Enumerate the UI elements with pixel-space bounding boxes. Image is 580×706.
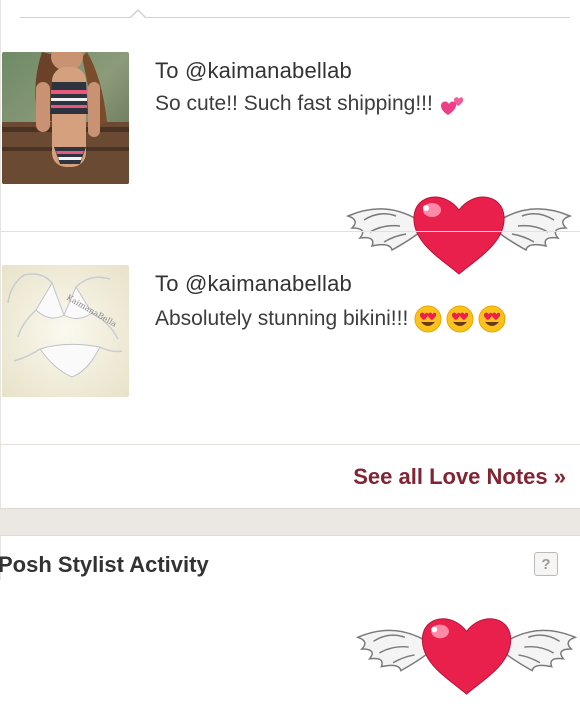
posh-stylist-activity-title: Posh Stylist Activity <box>0 552 209 577</box>
listing-thumbnail[interactable]: KaimanaBella <box>2 265 129 397</box>
heart-eyes-emoji <box>446 305 474 333</box>
winged-heart-sticker <box>350 601 580 706</box>
love-note-item[interactable]: To @kaimanabellab So cute!! Such fast sh… <box>0 52 580 275</box>
bikini-photo-striped <box>2 52 129 184</box>
note-message: So cute!! Such fast shipping!!! <box>155 92 463 116</box>
note-recipient[interactable]: To @kaimanabellab <box>155 271 352 297</box>
note-message-text: Absolutely stunning bikini!!! <box>155 307 409 330</box>
help-icon[interactable]: ? <box>534 552 558 576</box>
pointer-caret <box>129 9 147 18</box>
note-message: Absolutely stunning bikini!!! <box>155 305 506 333</box>
note-message-text: So cute!! Such fast shipping!!! <box>155 92 433 115</box>
header-rule <box>20 17 570 18</box>
listing-thumbnail[interactable] <box>2 52 129 184</box>
section-separator <box>0 508 580 536</box>
heart-eyes-emoji <box>414 305 442 333</box>
see-all-love-notes-link[interactable]: See all Love Notes » <box>353 464 566 490</box>
note-recipient[interactable]: To @kaimanabellab <box>155 58 352 84</box>
bikini-photo-white: KaimanaBella <box>2 265 129 397</box>
note-divider <box>0 231 580 232</box>
note-divider <box>0 444 580 445</box>
heart-eyes-emoji <box>478 305 506 333</box>
love-note-item[interactable]: KaimanaBella To @kaimanabellab Absolutel… <box>0 265 580 695</box>
two-hearts-emoji <box>440 97 463 115</box>
